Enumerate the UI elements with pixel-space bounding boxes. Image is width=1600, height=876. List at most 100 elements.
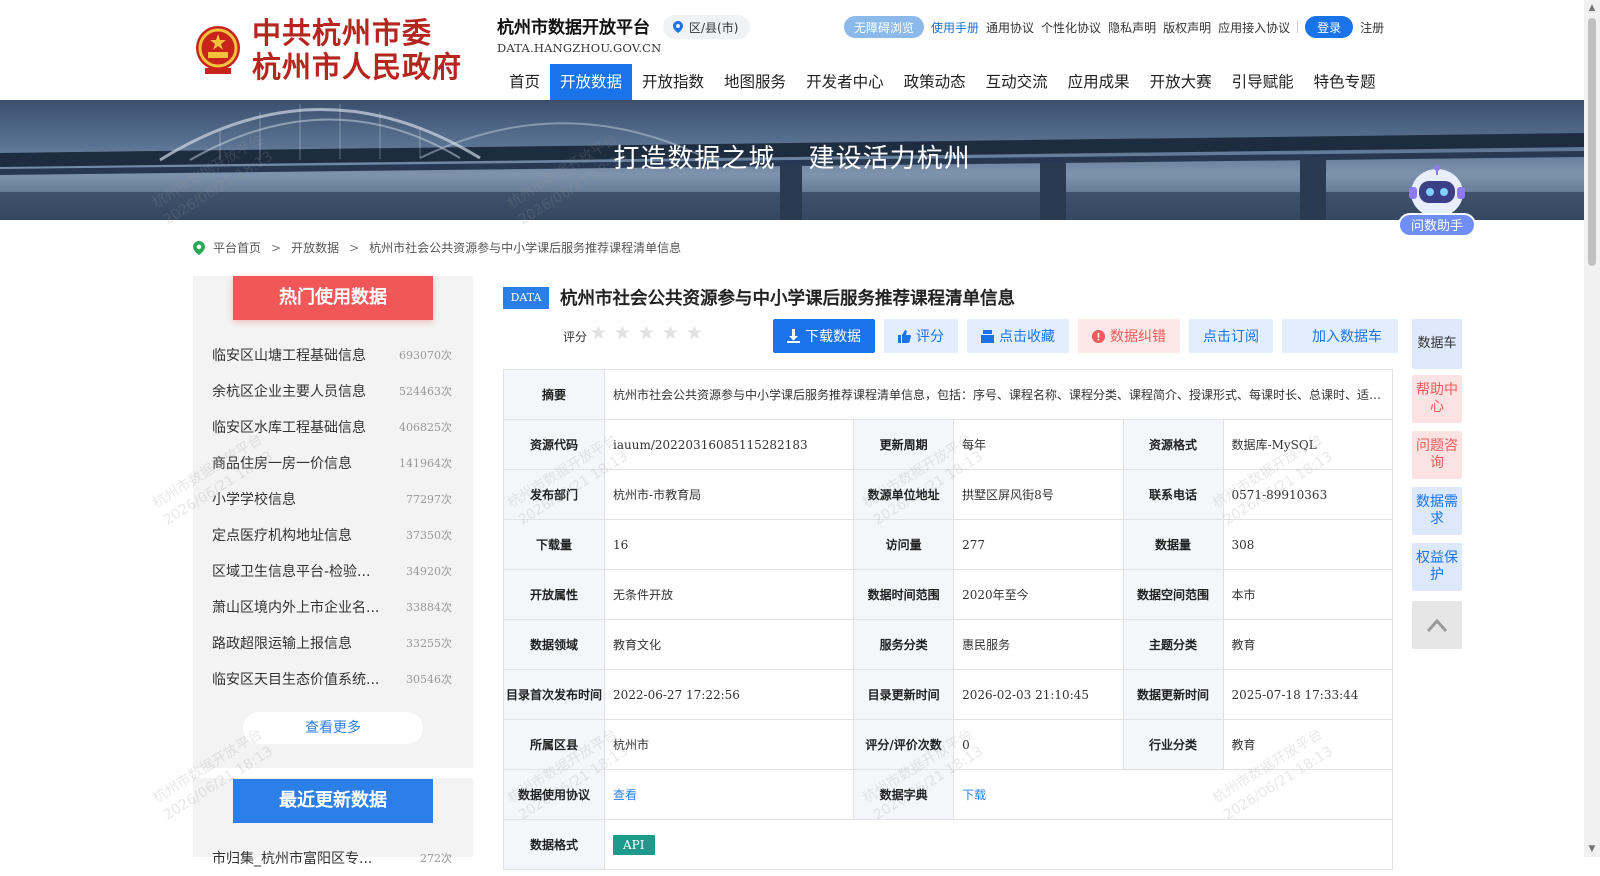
hot-data-item[interactable]: 区域卫生信息平台-检验... 34920次	[212, 553, 452, 589]
help-center-button[interactable]: 帮助中心	[1412, 375, 1462, 423]
hot-data-item[interactable]: 余杭区企业主要人员信息 524463次	[212, 373, 452, 409]
field-label: 联系电话	[1122, 469, 1224, 520]
general-agreement-link[interactable]: 通用协议	[986, 19, 1034, 36]
register-link[interactable]: 注册	[1360, 19, 1384, 36]
star-icon[interactable]: ★	[614, 324, 632, 343]
favorite-icon	[981, 329, 994, 343]
hot-data-title: 热门使用数据	[233, 276, 433, 320]
field-value: 惠民服务	[953, 619, 1124, 670]
hot-item-count: 524463次	[399, 385, 452, 398]
breadcrumb-separator: >	[349, 240, 360, 255]
field-value: 杭州市	[604, 719, 855, 770]
app-access-link[interactable]: 应用接入协议	[1218, 19, 1290, 36]
nav-home[interactable]: 首页	[499, 64, 550, 100]
view-agreement-link[interactable]: 查看	[613, 788, 637, 802]
data-dictionary-cell: 下载	[953, 769, 1393, 820]
star-icon[interactable]: ★	[662, 324, 680, 343]
breadcrumb-current: 杭州市社会公共资源参与中小学课后服务推荐课程清单信息	[369, 241, 682, 255]
question-consult-button[interactable]: 问题咨询	[1412, 431, 1462, 479]
district-label: 区/县(市)	[689, 20, 739, 35]
table-row: 数据领域 教育文化 服务分类 惠民服务 主题分类 教育	[502, 619, 1394, 670]
field-value: 杭州市-市教育局	[604, 469, 855, 520]
table-row: 开放属性 无条件开放 数据时间范围 2020年至今 数据空间范围 本市	[502, 569, 1394, 620]
national-emblem-icon	[196, 26, 240, 74]
privacy-link[interactable]: 隐私声明	[1108, 19, 1156, 36]
subscribe-button[interactable]: 点击订阅	[1189, 319, 1273, 353]
hot-item-name: 临安区水库工程基础信息	[212, 420, 366, 436]
login-button[interactable]: 登录	[1305, 16, 1354, 38]
nav-open-data[interactable]: 开放数据	[550, 64, 633, 100]
slogan-left: 打造数据之城	[613, 144, 776, 174]
personal-agreement-link[interactable]: 个性化协议	[1041, 19, 1101, 36]
star-icon[interactable]: ★	[590, 324, 608, 343]
hot-data-item[interactable]: 路政超限运输上报信息 33255次	[212, 625, 452, 661]
breadcrumb-separator: >	[271, 240, 282, 255]
star-icon[interactable]: ★	[686, 324, 704, 343]
add-to-cart-button[interactable]: 加入数据车	[1282, 319, 1398, 353]
download-dictionary-link[interactable]: 下载	[962, 788, 986, 802]
hot-data-item[interactable]: 临安区天目生态价值系统... 30546次	[212, 661, 452, 697]
platform-name[interactable]: 杭州市数据开放平台	[497, 13, 650, 38]
field-label: 数据空间范围	[1122, 569, 1224, 620]
table-row: 摘要 杭州市社会公共资源参与中小学课后服务推荐课程清单信息，包括：序号、课程名称…	[502, 369, 1393, 420]
location-pin-icon	[193, 240, 205, 255]
data-cart-button[interactable]: 数据车	[1412, 319, 1462, 369]
back-to-top-button[interactable]	[1412, 601, 1462, 649]
nav-applications[interactable]: 应用成果	[1058, 64, 1140, 100]
scroll-up-arrow-icon[interactable]: ▲	[1586, 3, 1598, 13]
data-demand-button[interactable]: 数据需求	[1412, 487, 1462, 535]
accessibility-button[interactable]: 无障碍浏览	[844, 16, 925, 38]
hot-item-count: 30546次	[406, 673, 452, 686]
report-error-label: 数据纠错	[1110, 329, 1166, 345]
favorite-button[interactable]: 点击收藏	[967, 319, 1069, 353]
hot-item-count: 77297次	[406, 493, 452, 506]
hot-item-name: 临安区山塘工程基础信息	[212, 348, 366, 364]
field-value: iauum/20220316085115282183	[604, 419, 855, 470]
nav-interaction[interactable]: 互动交流	[976, 64, 1058, 100]
view-more-button[interactable]: 查看更多	[243, 712, 423, 744]
scrollbar-thumb[interactable]	[1588, 18, 1596, 266]
star-icon[interactable]: ★	[638, 324, 656, 343]
recent-data-item[interactable]: 市归集_杭州市富阳区专... 272次	[212, 840, 452, 876]
rating-stars[interactable]: ★ ★ ★ ★ ★	[590, 324, 704, 343]
nav-open-index[interactable]: 开放指数	[632, 64, 714, 100]
recent-data-title: 最近更新数据	[233, 779, 433, 823]
download-data-button[interactable]: 下载数据	[773, 319, 875, 353]
hot-item-count: 33884次	[406, 601, 452, 614]
breadcrumb-open-data[interactable]: 开放数据	[291, 239, 339, 256]
manual-link[interactable]: 使用手册	[931, 19, 979, 36]
nav-policy[interactable]: 政策动态	[894, 64, 976, 100]
rights-protection-button[interactable]: 权益保护	[1412, 543, 1462, 591]
assistant-label[interactable]: 问数助手	[1398, 213, 1476, 237]
nav-special-topics[interactable]: 特色专题	[1304, 64, 1386, 100]
nav-map-service[interactable]: 地图服务	[714, 64, 796, 100]
rate-button[interactable]: 评分	[884, 319, 958, 353]
hot-data-item[interactable]: 小学学校信息 77297次	[212, 481, 452, 517]
hot-data-item[interactable]: 萧山区境内外上市企业名... 33884次	[212, 589, 452, 625]
hot-item-count: 34920次	[406, 565, 452, 578]
hot-data-item[interactable]: 定点医疗机构地址信息 37350次	[212, 517, 452, 553]
field-value: 2022-06-27 17:22:56	[604, 669, 855, 720]
data-badge: DATA	[503, 287, 549, 309]
nav-guidance[interactable]: 引导赋能	[1222, 64, 1304, 100]
hot-item-name: 定点医疗机构地址信息	[212, 528, 352, 544]
report-error-button[interactable]: 数据纠错	[1078, 319, 1180, 353]
hot-data-item[interactable]: 临安区山塘工程基础信息 693070次	[212, 337, 452, 373]
field-label: 数据时间范围	[853, 569, 955, 620]
district-selector[interactable]: 区/县(市)	[663, 15, 751, 39]
field-label: 服务分类	[853, 619, 955, 670]
breadcrumb-home[interactable]: 平台首页	[213, 239, 261, 256]
recent-item-count: 272次	[420, 852, 452, 865]
api-format-tag[interactable]: API	[613, 834, 655, 855]
field-value: 2025-07-18 17:33:44	[1222, 669, 1394, 720]
usage-agreement-cell: 查看	[604, 769, 855, 820]
nav-contest[interactable]: 开放大赛	[1140, 64, 1222, 100]
field-value: 2026-02-03 21:10:45	[953, 669, 1124, 720]
field-value: 无条件开放	[604, 569, 855, 620]
scroll-down-arrow-icon[interactable]: ▼	[1586, 844, 1598, 854]
copyright-link[interactable]: 版权声明	[1163, 19, 1211, 36]
nav-developer[interactable]: 开发者中心	[796, 64, 894, 100]
rate-label: 评分	[916, 329, 944, 345]
field-label: 下载量	[502, 519, 606, 570]
data-format-label: 数据格式	[502, 819, 606, 870]
